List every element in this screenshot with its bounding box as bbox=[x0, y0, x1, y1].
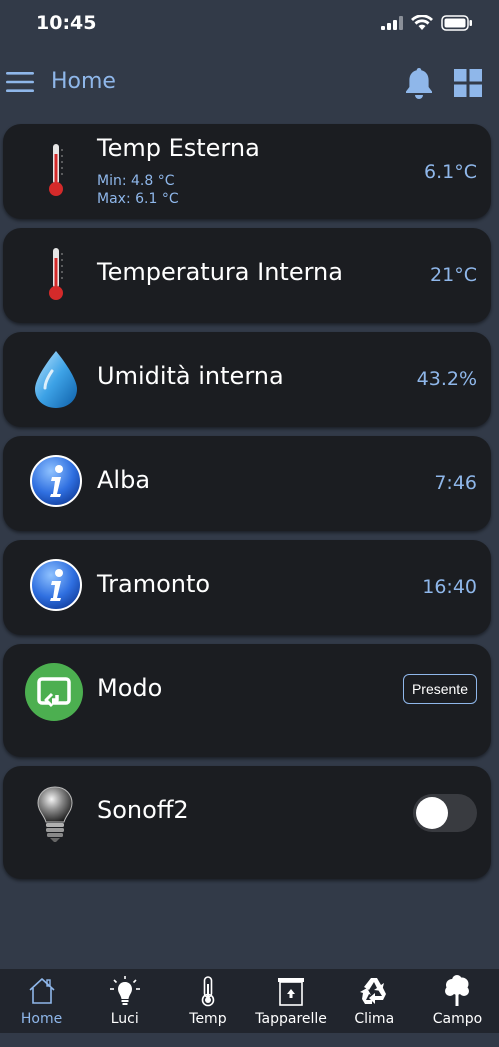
card-title: Tramonto bbox=[97, 570, 211, 598]
card-value: 7:46 bbox=[434, 472, 477, 494]
temp-min: Min: 4.8 °C bbox=[97, 173, 175, 189]
card-temp-esterna[interactable]: Temp Esterna Min: 4.8 °C Max: 6.1 °C 6.1… bbox=[3, 124, 491, 219]
card-value: 43.2% bbox=[416, 368, 477, 390]
card-sonoff2[interactable]: Sonoff2 bbox=[3, 766, 491, 879]
bell-icon[interactable] bbox=[403, 66, 435, 100]
status-bar: 10:45 bbox=[0, 0, 499, 50]
light-bulb-icon bbox=[37, 786, 73, 842]
status-time: 10:45 bbox=[36, 12, 97, 34]
card-temperatura-interna[interactable]: Temperatura Interna 21°C bbox=[3, 228, 491, 323]
shutter-icon bbox=[278, 978, 305, 1006]
thermometer-icon bbox=[49, 144, 63, 196]
mode-icon bbox=[25, 663, 83, 721]
tab-label: Home bbox=[20, 1011, 63, 1027]
card-value: 16:40 bbox=[422, 576, 477, 598]
mode-presente-button[interactable]: Presente bbox=[402, 674, 477, 704]
tab-tapparelle[interactable]: Tapparelle bbox=[250, 969, 333, 1033]
app-header: Home bbox=[0, 56, 499, 110]
hamburger-menu-icon[interactable] bbox=[6, 70, 34, 94]
tab-label: Temp bbox=[189, 1011, 227, 1027]
tab-luci[interactable]: Luci bbox=[83, 969, 166, 1033]
tab-home[interactable]: Home bbox=[0, 969, 83, 1033]
card-modo[interactable]: Modo Presente bbox=[3, 644, 491, 757]
tree-icon bbox=[445, 975, 470, 1006]
status-icons bbox=[381, 15, 473, 31]
card-umidita-interna[interactable]: Umidità interna 43.2% bbox=[3, 332, 491, 427]
card-title: Sonoff2 bbox=[97, 796, 189, 824]
tab-label: Luci bbox=[110, 1011, 139, 1027]
tab-campo[interactable]: Campo bbox=[416, 969, 499, 1033]
bottom-tab-bar: Home Luci Temp Tapparelle Clima Campo bbox=[0, 969, 499, 1033]
card-title: Umidità interna bbox=[97, 362, 284, 390]
sonoff2-switch[interactable] bbox=[413, 794, 477, 832]
tab-label: Clima bbox=[354, 1011, 395, 1027]
wifi-icon bbox=[411, 15, 433, 30]
card-tramonto[interactable]: Tramonto 16:40 bbox=[3, 540, 491, 635]
tab-label: Campo bbox=[432, 1011, 483, 1027]
card-title: Alba bbox=[97, 466, 151, 494]
bulb-icon bbox=[109, 976, 140, 1005]
switch-knob bbox=[416, 797, 448, 829]
cellular-signal-icon bbox=[381, 16, 403, 30]
temp-max: Max: 6.1 °C bbox=[97, 191, 179, 207]
bottom-safe-area bbox=[0, 1033, 499, 1047]
tab-temp[interactable]: Temp bbox=[166, 969, 249, 1033]
page-title: Home bbox=[51, 69, 116, 94]
thermometer-icon bbox=[49, 248, 63, 300]
card-alba[interactable]: Alba 7:46 bbox=[3, 436, 491, 531]
info-icon bbox=[30, 455, 82, 507]
water-drop-icon bbox=[35, 351, 77, 408]
card-title: Temperatura Interna bbox=[97, 258, 343, 286]
card-value: 6.1°C bbox=[424, 161, 477, 183]
battery-icon bbox=[441, 15, 472, 31]
thermometer-icon bbox=[201, 976, 215, 1007]
card-title: Modo bbox=[97, 674, 163, 702]
card-value: 21°C bbox=[430, 264, 477, 286]
tab-clima[interactable]: Clima bbox=[333, 969, 416, 1033]
info-icon bbox=[30, 559, 82, 611]
recycle-icon bbox=[360, 978, 387, 1004]
tab-label: Tapparelle bbox=[255, 1011, 327, 1027]
home-icon bbox=[29, 978, 55, 1004]
dashboard-grid-icon[interactable] bbox=[453, 68, 483, 98]
card-title: Temp Esterna bbox=[97, 134, 260, 162]
